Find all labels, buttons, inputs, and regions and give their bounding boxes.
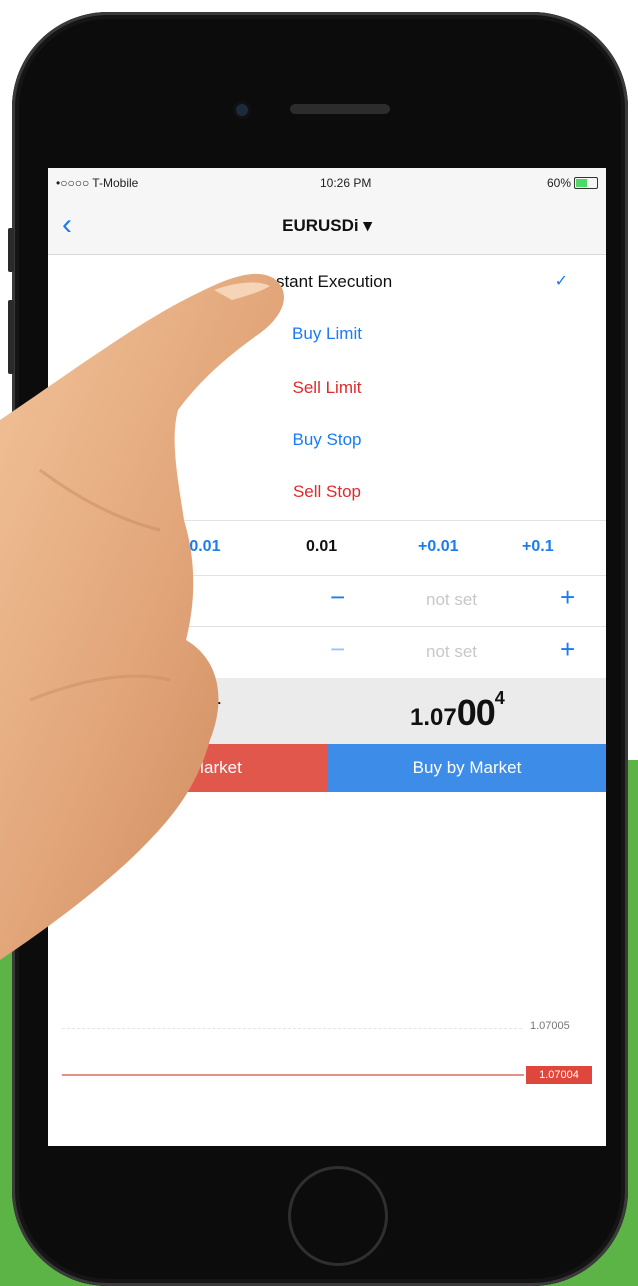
bid-price: 1.07001 — [126, 688, 221, 733]
order-type-instant-execution[interactable]: Instant Execution ✓ — [48, 256, 606, 308]
volume-dec-big[interactable]: -0.1 — [76, 538, 104, 556]
volume-value[interactable]: 0.01 — [306, 538, 337, 556]
mute-switch — [8, 228, 14, 272]
bid-price-tag: 1.07004 — [526, 1066, 592, 1084]
volume-inc-small[interactable]: +0.01 — [418, 538, 458, 556]
navigation-bar: ‹ EURUSDi ▾ — [48, 198, 606, 255]
order-type-buy-stop[interactable]: Buy Stop — [48, 414, 606, 466]
take-profit-row: Take Profit − not set + — [48, 626, 606, 679]
stop-loss-value[interactable]: not set — [426, 590, 477, 610]
ask-price: 1.07004 — [410, 688, 505, 733]
order-type-buy-limit[interactable]: Buy Limit — [48, 308, 606, 360]
volume-up-button — [8, 300, 14, 374]
stop-loss-plus-button[interactable]: + — [560, 582, 575, 613]
app-screen: •○○○○ T-Mobile 10:26 PM 60% ‹ EURUSDi ▾ … — [48, 168, 606, 1146]
battery-percent: 60% — [546, 176, 571, 190]
front-camera — [236, 104, 248, 116]
carrier-label: •○○○○ T-Mobile — [56, 176, 139, 190]
take-profit-minus-button[interactable]: − — [330, 634, 345, 665]
battery-icon — [574, 177, 598, 189]
order-type-sell-limit[interactable]: Sell Limit — [48, 362, 606, 414]
status-bar: •○○○○ T-Mobile 10:26 PM 60% — [48, 168, 606, 198]
order-type-sell-stop[interactable]: Sell Stop — [48, 466, 606, 518]
take-profit-plus-button[interactable]: + — [560, 634, 575, 665]
checkmark-icon: ✓ — [554, 273, 568, 290]
volume-dec-small[interactable]: -0.01 — [184, 538, 220, 556]
ask-price-line — [62, 1028, 522, 1029]
volume-inc-big[interactable]: +0.1 — [522, 538, 554, 556]
ask-price-tag: 1.07005 — [530, 1020, 570, 1032]
buy-by-market-button[interactable]: Buy by Market — [328, 744, 606, 792]
symbol-selector[interactable]: EURUSDi ▾ — [48, 216, 606, 236]
price-row: 1.07001 1.07004 — [48, 678, 606, 744]
volume-stepper: -0.1 -0.01 0.01 +0.01 +0.1 — [48, 520, 606, 576]
home-button[interactable] — [288, 1166, 388, 1266]
stop-loss-label: Stop Loss — [72, 590, 148, 609]
status-right: 60% — [547, 176, 598, 190]
bid-price-line — [62, 1074, 524, 1076]
earpiece-speaker — [290, 104, 390, 114]
sell-by-market-button[interactable]: Sell by Market — [48, 744, 328, 792]
take-profit-value[interactable]: not set — [426, 642, 477, 662]
stop-loss-minus-button[interactable]: − — [330, 582, 345, 613]
clock: 10:26 PM — [320, 176, 372, 190]
stop-loss-row: Stop Loss − not set + — [48, 574, 606, 627]
take-profit-label: Take Profit — [72, 642, 153, 661]
